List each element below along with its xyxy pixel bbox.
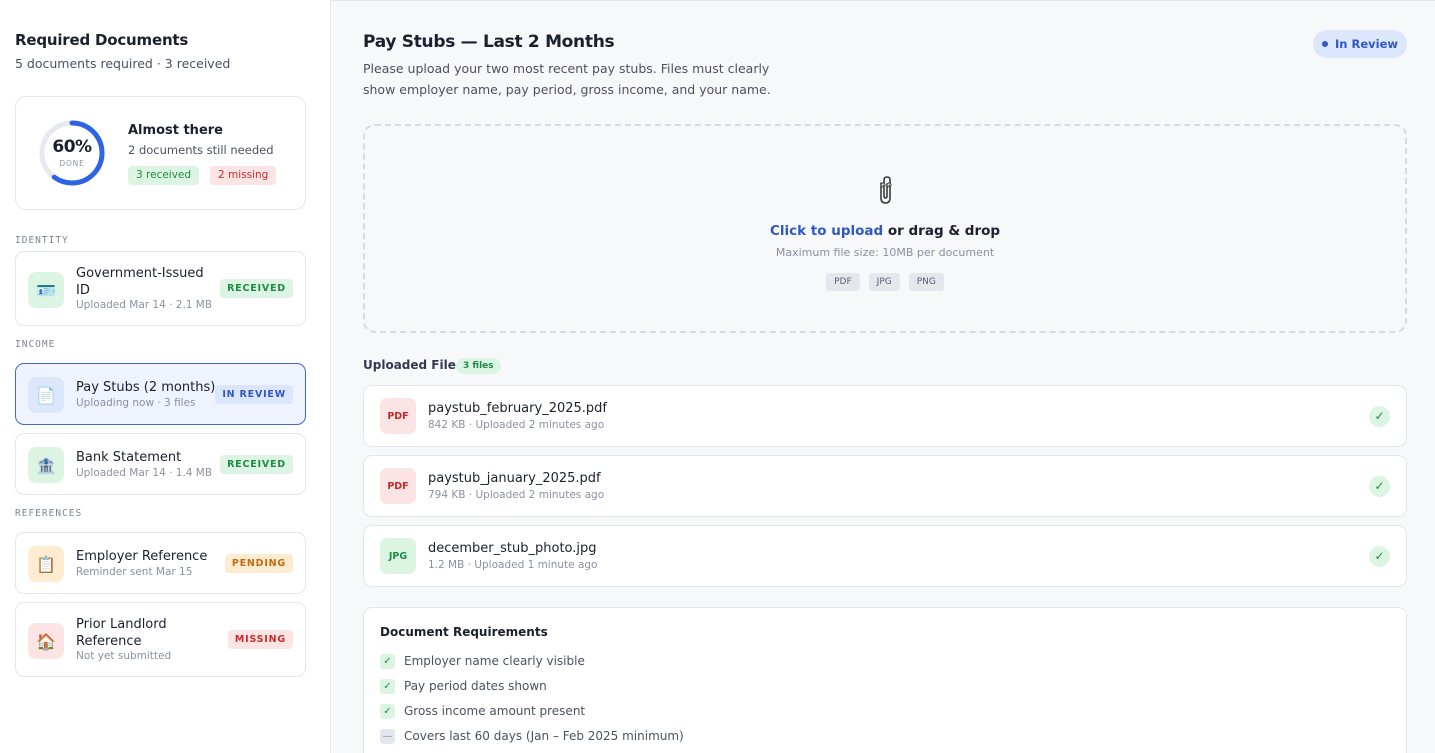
status-pill: In Review (1313, 30, 1407, 58)
document-detail-panel: Pay Stubs — Last 2 Months Please upload … (331, 1, 1435, 753)
uploaded-files-count: 3 files (456, 358, 501, 374)
check-icon: ✓ (380, 653, 395, 669)
section-label-references: REFERENCES (15, 508, 83, 519)
document-icon: 📄 (28, 377, 64, 413)
doc-card-employer-reference[interactable]: 📋 Employer Reference Reminder sent Mar 1… (15, 532, 306, 594)
requirements-card: Document Requirements ✓ Employer name cl… (363, 607, 1407, 753)
clipboard-icon: 📋 (28, 546, 64, 582)
sidebar-subtitle: 5 documents required · 3 received (15, 56, 231, 71)
doc-meta: Uploaded Mar 14 · 1.4 MB (76, 467, 213, 479)
documents-sidebar: Required Documents 5 documents required … (0, 0, 331, 753)
checkmark-icon: ✓ (1369, 476, 1390, 497)
file-name: paystub_february_2025.pdf (428, 401, 607, 416)
progress-subtitle: 2 documents still needed (128, 143, 274, 157)
page-description: Please upload your two most recent pay s… (363, 61, 771, 97)
pdf-file-icon: PDF (380, 398, 416, 434)
upload-dropzone[interactable]: Click to upload or drag & drop Maximum f… (363, 124, 1407, 333)
status-pill-label: In Review (1335, 37, 1398, 51)
pdf-file-icon: PDF (380, 468, 416, 504)
file-meta: 1.2 MB · Uploaded 1 minute ago (428, 559, 598, 571)
file-meta: 842 KB · Uploaded 2 minutes ago (428, 419, 605, 431)
drag-drop-text: or drag & drop (883, 223, 1001, 239)
doc-meta: Reminder sent Mar 15 (76, 566, 193, 578)
accepted-file-types: PDF JPG PNG (365, 273, 1405, 291)
house-icon: 🏠 (28, 623, 64, 659)
requirement-item: ✓ Pay period dates shown (380, 678, 547, 694)
file-name: paystub_january_2025.pdf (428, 471, 601, 486)
doc-name: Pay Stubs (2 months) (76, 380, 216, 395)
file-type-chip: JPG (868, 273, 900, 291)
requirement-item: ✓ Gross income amount present (380, 703, 585, 719)
progress-percent: 60% (52, 137, 92, 157)
uploaded-files-label: Uploaded Files (363, 358, 463, 372)
sidebar-title: Required Documents (15, 31, 189, 49)
section-label-income: INCOME (15, 339, 56, 350)
doc-card-government-id[interactable]: 🪪 Government-Issued ID Uploaded Mar 14 ·… (15, 251, 306, 326)
file-meta: 794 KB · Uploaded 2 minutes ago (428, 489, 605, 501)
file-row[interactable]: PDF paystub_january_2025.pdf 794 KB · Up… (363, 455, 1407, 517)
page-title: Pay Stubs — Last 2 Months (363, 32, 615, 52)
progress-title: Almost there (128, 123, 223, 138)
received-count-pill: 3 received (128, 166, 200, 185)
paperclip-icon (867, 172, 903, 208)
doc-name: Employer Reference (76, 549, 208, 564)
file-name: december_stub_photo.jpg (428, 541, 597, 556)
requirement-text: Pay period dates shown (404, 679, 547, 693)
requirement-item: — Covers last 60 days (Jan – Feb 2025 mi… (380, 728, 684, 744)
dropzone-prompt: Click to upload or drag & drop (365, 223, 1405, 239)
file-type-chip: PNG (908, 273, 944, 291)
requirement-text: Gross income amount present (404, 704, 586, 718)
status-badge: IN REVIEW (215, 385, 293, 404)
dash-icon: — (380, 728, 395, 744)
jpg-file-icon: JPG (380, 538, 416, 574)
doc-card-pay-stubs[interactable]: 📄 Pay Stubs (2 months) Uploading now · 3… (15, 363, 306, 425)
section-label-identity: IDENTITY (15, 235, 69, 246)
file-type-chip: PDF (826, 273, 860, 291)
status-badge: RECEIVED (220, 279, 293, 298)
bank-icon: 🏦 (28, 447, 64, 483)
check-icon: ✓ (380, 703, 395, 719)
requirements-title: Document Requirements (380, 625, 548, 639)
status-badge: MISSING (227, 630, 293, 649)
check-icon: ✓ (380, 678, 395, 694)
doc-name: Bank Statement (76, 450, 182, 465)
checkmark-icon: ✓ (1369, 406, 1390, 427)
doc-meta: Uploaded Mar 14 · 2.1 MB (76, 299, 213, 311)
doc-name: Prior Landlord Reference (76, 617, 167, 649)
id-card-icon: 🪪 (28, 272, 64, 308)
status-badge: RECEIVED (220, 455, 293, 474)
doc-card-bank-statement[interactable]: 🏦 Bank Statement Uploaded Mar 14 · 1.4 M… (15, 433, 306, 495)
click-to-upload-link[interactable]: Click to upload (770, 223, 883, 239)
file-row[interactable]: JPG december_stub_photo.jpg 1.2 MB · Upl… (363, 525, 1407, 587)
missing-count-pill: 2 missing (210, 166, 277, 185)
progress-done-label: DONE (59, 159, 85, 168)
doc-meta: Uploading now · 3 files (76, 397, 196, 409)
status-badge: PENDING (224, 554, 293, 573)
requirement-item: ✓ Employer name clearly visible (380, 653, 585, 669)
max-file-size: Maximum file size: 10MB per document (775, 246, 995, 259)
file-row[interactable]: PDF paystub_february_2025.pdf 842 KB · U… (363, 385, 1407, 447)
requirement-text: Employer name clearly visible (404, 654, 585, 668)
requirement-text: Covers last 60 days (Jan – Feb 2025 mini… (404, 729, 684, 743)
doc-meta: Not yet submitted (76, 650, 172, 662)
checkmark-icon: ✓ (1369, 546, 1390, 567)
doc-card-landlord-reference[interactable]: 🏠 Prior Landlord Reference Not yet submi… (15, 602, 306, 677)
progress-card: 60% DONE Almost there 2 documents still … (15, 96, 306, 210)
status-dot-icon (1322, 41, 1328, 47)
doc-name: Government-Issued ID (76, 266, 204, 298)
